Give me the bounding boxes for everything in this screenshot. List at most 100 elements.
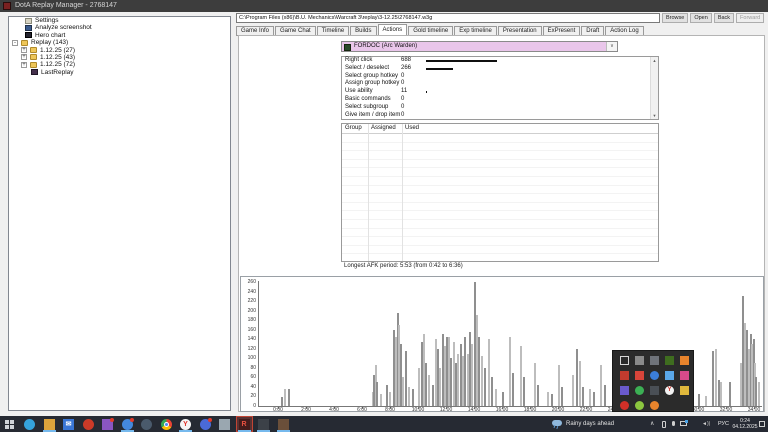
torrent-icon[interactable] [635,371,644,380]
taskbar-app-file-explorer[interactable] [40,416,59,432]
protect-icon[interactable]: Y [665,386,674,395]
sidebar-item-hero-chart[interactable]: Hero chart [9,32,230,39]
x-tick-label: 22:00 [577,407,595,413]
chrome-icon [161,419,172,430]
hidden-app-icon[interactable] [650,356,659,365]
action-center-icon[interactable] [759,421,765,427]
apm-bar [288,389,290,406]
action-row-select-deselect[interactable]: Select / deselect266 [342,65,658,73]
display-icon[interactable] [680,421,687,426]
taskbar-app-blue-red-app[interactable] [196,416,215,432]
vpn-icon[interactable] [680,356,689,365]
action-row-use-ability[interactable]: Use ability11 [342,88,658,96]
hero-icon [344,44,351,51]
action-row-assign-group-hotkey[interactable]: Assign group hotkey0 [342,80,658,88]
phone-icon[interactable] [620,356,629,365]
taskbar-app-globe-app[interactable] [137,416,156,432]
taskbar-app-documents-app[interactable] [215,416,234,432]
taskbar-app-dark-app[interactable] [254,416,273,432]
photos-icon[interactable] [680,371,689,380]
antivirus-icon[interactable] [635,401,644,410]
x-tick-label: 2:00 [297,407,315,413]
weather-label: Rainy days ahead [566,416,614,432]
scroll-down-icon[interactable]: ▼ [651,112,658,119]
action-row-right-click[interactable]: Right click688 [342,57,658,65]
apm-bar [561,387,563,406]
utility-icon[interactable] [635,356,644,365]
app-icon [3,2,11,10]
tab-exp-timeline[interactable]: Exp timeline [454,26,497,35]
taskbar-app-brown-app[interactable] [274,416,293,432]
apm-bar [402,377,404,406]
archive-icon[interactable] [650,386,659,395]
sidebar-item-analyze-screenshot[interactable]: Analyze screenshot [9,24,230,31]
taskbar-app-replay-manager[interactable]: R [235,416,254,432]
nvidia-icon[interactable] [665,356,674,365]
tab-expresent[interactable]: ExPresent [543,26,581,35]
taskbar-app-messenger[interactable] [118,416,137,432]
column-header-assigned[interactable]: Assigned [371,125,396,131]
palette-icon[interactable] [620,371,629,380]
phone-link-icon[interactable] [662,421,666,428]
cloud-icon[interactable] [665,371,674,380]
taskbar-app-red-app[interactable] [79,416,98,432]
sidebar-item-1-12-25-27[interactable]: +1.12.25 (27) [9,47,230,54]
green-app-icon[interactable] [635,386,644,395]
bird-icon[interactable] [680,386,689,395]
table-row [342,203,658,212]
column-header-used[interactable]: Used [405,125,419,131]
list-scrollbar[interactable]: ▲ ▼ [650,57,658,119]
sidebar-item-1-12-25-72[interactable]: +1.12.25 (72) [9,61,230,68]
agent-icon[interactable] [650,401,659,410]
action-row-basic-commands[interactable]: Basic commands0 [342,96,658,104]
sidebar-item-replay-143[interactable]: -Replay (143) [9,39,230,46]
tab-timeline[interactable]: Timeline [317,26,349,35]
browse-button[interactable]: Browse [662,13,688,23]
action-row-select-group-hotkey[interactable]: Select group hotkey0 [342,73,658,81]
taskbar-app-mail[interactable]: ✉ [59,416,78,432]
apm-bar [408,387,410,406]
expander-icon[interactable]: + [21,47,27,53]
sidebar-item-1-12-25-43[interactable]: +1.12.25 (43) [9,54,230,61]
tab-action-log[interactable]: Action Log [605,26,643,35]
browser-tray-icon[interactable] [650,371,659,380]
taskbar-app-chrome[interactable] [157,416,176,432]
taskbar-app-yandex-browser[interactable]: Y [176,416,195,432]
open-button[interactable]: Open [690,13,711,23]
taskbar-app-edge[interactable] [20,416,39,432]
start-button[interactable] [0,416,19,432]
expander-icon[interactable]: + [21,62,27,68]
sidebar-item-settings[interactable]: Settings [9,17,230,24]
path-input[interactable] [236,13,660,23]
scroll-up-icon[interactable]: ▲ [651,57,658,64]
chevron-down-icon[interactable]: ∨ [606,42,617,51]
tab-game-chat[interactable]: Game Chat [275,26,316,35]
expander-icon[interactable]: + [21,54,27,60]
tab-presentation[interactable]: Presentation [498,26,542,35]
tray-chevron-icon[interactable]: ∧ [650,416,654,432]
microphone-icon[interactable] [672,421,675,426]
amd-icon[interactable] [620,401,629,410]
windows-logo-icon [5,420,14,429]
player-dropdown[interactable]: FORDOC (Arc Warden) ∨ [341,41,618,52]
tab-builds[interactable]: Builds [350,26,376,35]
language-indicator[interactable]: РУС [718,416,729,432]
tab-actions[interactable]: Actions [378,24,408,35]
tab-game-info[interactable]: Game Info [236,26,274,35]
tab-gold-timeline[interactable]: Gold timeline [408,26,453,35]
taskbar-app-purple-app[interactable] [98,416,117,432]
column-header-group[interactable]: Group [345,125,362,131]
action-count: 11 [401,88,407,96]
volume-icon[interactable]: ◄)) [702,416,710,432]
expander-icon[interactable]: - [12,40,18,46]
clock[interactable]: 0:24 04.12.2025 [732,418,758,430]
back-button[interactable]: Back [714,13,734,23]
x-tick-label: 10:00 [409,407,427,413]
action-row-give-item-drop-item[interactable]: Give item / drop item0 [342,112,658,120]
tab-draft[interactable]: Draft [581,26,604,35]
sidebar-item-lastreplay[interactable]: LastReplay [9,69,230,76]
action-row-select-subgroup[interactable]: Select subgroup0 [342,104,658,112]
apm-bar [712,351,714,406]
x-tick-label: 34:00 [745,407,763,413]
violet-app-icon[interactable] [620,386,629,395]
